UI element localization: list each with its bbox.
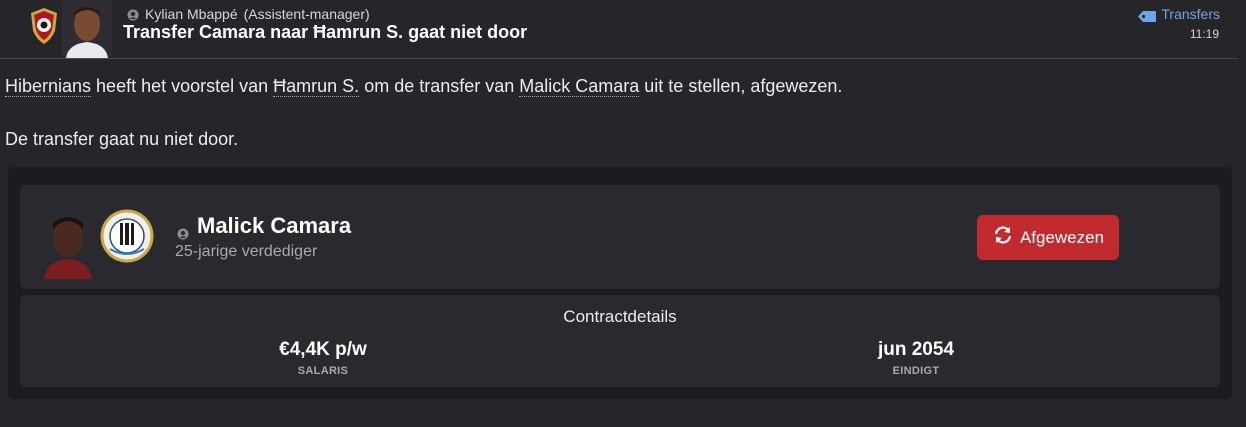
refresh-icon — [992, 224, 1014, 251]
person-icon — [127, 8, 139, 21]
person-icon — [177, 220, 189, 240]
salary-value: €4,4K p/w — [279, 339, 367, 360]
body-text-1: heeft het voorstel van — [91, 76, 274, 96]
sender-role: (Assistent-manager) — [243, 6, 370, 22]
salary-stat: €4,4K p/w SALARIS — [173, 339, 473, 377]
message-paragraph-2: De transfer gaat nu niet door. — [5, 129, 239, 149]
club-link-hamrun[interactable]: Ħamrun S. — [273, 76, 360, 97]
sender-avatar[interactable] — [62, 0, 112, 58]
contract-end-label: EINDIGT — [892, 365, 940, 377]
salary-label: SALARIS — [297, 365, 349, 377]
contract-end-stat: jun 2054 EINDIGT — [766, 339, 1066, 377]
category-link[interactable]: Transfers — [1138, 6, 1220, 22]
contract-details-card: Contractdetails €4,4K p/w SALARIS jun 20… — [20, 295, 1220, 387]
message-time: 11:19 — [1189, 27, 1219, 41]
player-card: Malick Camara 25-jarige verdediger Afgew… — [20, 185, 1220, 289]
body-text-3: uit te stellen, afgewezen. — [639, 76, 843, 96]
contract-end-value: jun 2054 — [877, 339, 955, 360]
status-label: Afgewezen — [1019, 227, 1105, 247]
contract-title: Contractdetails — [563, 307, 677, 326]
body-text-2: om de transfer van — [359, 76, 520, 96]
player-photo[interactable] — [40, 207, 96, 279]
status-rejected-badge[interactable]: Afgewezen — [977, 215, 1119, 260]
transfer-panel: Malick Camara 25-jarige verdediger Afgew… — [8, 167, 1232, 399]
player-name[interactable]: Malick Camara — [197, 213, 351, 239]
tag-icon — [1138, 9, 1157, 22]
message-body: Hibernians heeft het voorstel van Ħamrun… — [5, 74, 842, 98]
player-name-row: Malick Camara — [177, 213, 351, 240]
category-label: Transfers — [1161, 6, 1220, 22]
message-header: Kylian Mbappé (Assistent-manager) Transf… — [0, 0, 1246, 60]
player-description: 25-jarige verdediger — [175, 243, 318, 260]
club-badge-icon[interactable] — [29, 7, 59, 45]
club-link-hibernians[interactable]: Hibernians — [5, 76, 92, 97]
player-club-badge-icon[interactable] — [100, 209, 154, 263]
sender-name[interactable]: Kylian Mbappé — [145, 6, 238, 22]
message-subject: Transfer Camara naar Ħamrun S. gaat niet… — [123, 22, 528, 42]
header-divider — [0, 58, 1238, 59]
sender-line: Kylian Mbappé (Assistent-manager) — [127, 6, 370, 22]
player-link[interactable]: Malick Camara — [519, 76, 640, 97]
